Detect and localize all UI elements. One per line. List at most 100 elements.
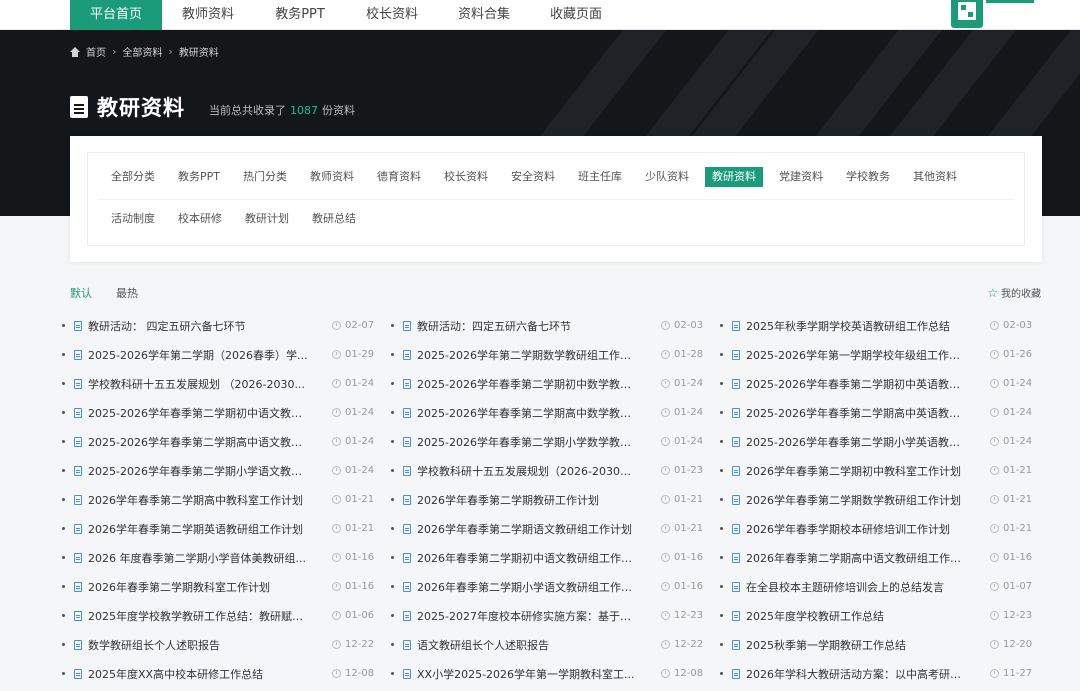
list-item[interactable]: 2025秋季第一学期教研工作总结 12-20 — [716, 630, 1045, 659]
item-title[interactable]: 2025-2026学年第二学期（2026春季）学... — [88, 347, 310, 363]
list-item[interactable]: 教研活动：四定五研六备七环节 02-03 — [387, 311, 716, 340]
list-item[interactable]: 2025-2026学年春季第二学期小学英语教研... 01-24 — [716, 427, 1045, 456]
list-item[interactable]: 学校教科研十五五发展规划 （2026-2030... 01-24 — [58, 369, 387, 398]
item-title[interactable]: 2025-2027年度校本研修实施方案：基于教... — [417, 608, 639, 624]
item-title[interactable]: 2026年春季第二学期高中语文教研组工作计... — [746, 550, 968, 566]
nav-item[interactable]: 校长资料 — [346, 0, 438, 30]
qr-code-icon[interactable] — [951, 0, 983, 28]
category-filter-item[interactable]: 校长资料 — [437, 167, 495, 187]
item-title[interactable]: 2025-2026学年春季第二学期初中数学教研... — [417, 376, 639, 392]
item-title[interactable]: 2025-2026学年春季第二学期小学语文教研... — [88, 463, 310, 479]
list-item[interactable]: 2025-2026学年春季第二学期高中英语教研... 01-24 — [716, 398, 1045, 427]
item-title[interactable]: 2025年度学校教学教研工作总结：教研赋能... — [88, 608, 310, 624]
item-title[interactable]: 2025-2026学年第一学期学校年级组工作总结... — [746, 347, 968, 363]
list-item[interactable]: 2025-2026学年春季第二学期小学数学教研... 01-24 — [387, 427, 716, 456]
list-item[interactable]: 2026年学科大教研活动方案：以中高考研究... 11-27 — [716, 659, 1045, 688]
breadcrumb-level2[interactable]: 教研资料 — [179, 44, 219, 59]
list-item[interactable]: 2025-2026学年春季第二学期小学语文教研... 01-24 — [58, 456, 387, 485]
list-item[interactable]: 2026年春季第二学期高中语文教研组工作计... 01-16 — [716, 543, 1045, 572]
item-title[interactable]: 在全县校本主题研修培训会上的总结发言 — [746, 579, 968, 595]
item-title[interactable]: 2026年春季第二学期教科室工作计划 — [88, 579, 310, 595]
item-title[interactable]: 2026学年春季第二学期高中教科室工作计划 — [88, 492, 310, 508]
category-filter-item[interactable]: 全部分类 — [104, 167, 162, 187]
item-title[interactable]: 2025年度XX高中校本研修工作总结 — [88, 666, 310, 682]
item-title[interactable]: 2026学年春季第二学期英语教研组工作计划 — [88, 521, 310, 537]
item-title[interactable]: XX小学2025-2026学年第一学期教科室工... — [417, 666, 639, 682]
item-title[interactable]: 语文教研组长个人述职报告 — [417, 637, 639, 653]
item-title[interactable]: 2026学年春季第二学期数学教研组工作计划 — [746, 492, 968, 508]
breadcrumb-level1[interactable]: 全部资料 — [122, 44, 162, 59]
item-title[interactable]: 2026学年春季第二学期语文教研组工作计划 — [417, 521, 639, 537]
list-item[interactable]: 2026学年春季第二学期初中教科室工作计划 01-21 — [716, 456, 1045, 485]
item-title[interactable]: 2025年度学校教研工作总结 — [746, 608, 968, 624]
item-title[interactable]: 数学教研组长个人述职报告 — [88, 637, 310, 653]
list-item[interactable]: 2026学年春季第二学期教研工作计划 01-21 — [387, 485, 716, 514]
category-filter-item[interactable]: 班主任库 — [571, 167, 629, 187]
category-filter-item[interactable]: 热门分类 — [236, 167, 294, 187]
item-title[interactable]: 2026年春季第二学期小学语文教研组工作计... — [417, 579, 639, 595]
item-title[interactable]: 2026学年春季第二学期教研工作计划 — [417, 492, 639, 508]
list-item[interactable]: 2025-2026学年春季第二学期初中英语教研... 01-24 — [716, 369, 1045, 398]
list-item[interactable]: 数学教研组长个人述职报告 12-22 — [58, 630, 387, 659]
list-item[interactable]: 学校教科研十五五发展规划（2026-2030年... 01-23 — [387, 456, 716, 485]
list-item[interactable]: 2026 年度春季第二学期小学音体美教研组... 01-16 — [58, 543, 387, 572]
item-title[interactable]: 2025-2026学年春季第二学期小学英语教研... — [746, 434, 968, 450]
item-title[interactable]: 2025-2026学年春季第二学期初中英语教研... — [746, 376, 968, 392]
nav-item[interactable]: 资料合集 — [438, 0, 530, 30]
item-title[interactable]: 学校教科研十五五发展规划（2026-2030年... — [417, 463, 639, 479]
sort-tab[interactable]: 最热 — [116, 285, 138, 301]
list-item[interactable]: 2025-2026学年第一学期学校年级组工作总结... 01-26 — [716, 340, 1045, 369]
category-filter-item[interactable]: 德育资料 — [370, 167, 428, 187]
list-item[interactable]: 2026年春季第二学期教科室工作计划 01-16 — [58, 572, 387, 601]
category-filter-item[interactable]: 教师资料 — [303, 167, 361, 187]
list-item[interactable]: 2025-2027年度校本研修实施方案：基于教... 12-23 — [387, 601, 716, 630]
category-filter-item[interactable]: 安全资料 — [504, 167, 562, 187]
item-title[interactable]: 2025年秋季学期学校英语教研组工作总结 — [746, 318, 968, 334]
list-item[interactable]: 2025年度学校教研工作总结 12-23 — [716, 601, 1045, 630]
breadcrumb-home[interactable]: 首页 — [86, 44, 106, 59]
list-item[interactable]: 2026学年春季第二学期高中教科室工作计划 01-21 — [58, 485, 387, 514]
item-title[interactable]: 教研活动：四定五研六备七环节 — [417, 318, 639, 334]
list-item[interactable]: 教研活动： 四定五研六备七环节 02-07 — [58, 311, 387, 340]
list-item[interactable]: 2026学年春季第二学期英语教研组工作计划 01-21 — [58, 514, 387, 543]
list-item[interactable]: XX小学2025-2026学年第一学期教科室工... 12-08 — [387, 659, 716, 688]
category-filter-item[interactable]: 教研总结 — [305, 209, 363, 229]
category-filter-item[interactable]: 活动制度 — [104, 209, 162, 229]
list-item[interactable]: 2026年春季第二学期初中语文教研组工作计... 01-16 — [387, 543, 716, 572]
my-favorites-link[interactable]: ☆ 我的收藏 — [987, 285, 1041, 301]
list-item[interactable]: 2025-2026学年春季第二学期高中数学教研... 01-24 — [387, 398, 716, 427]
item-title[interactable]: 教研活动： 四定五研六备七环节 — [88, 318, 310, 334]
sort-tab[interactable]: 默认 — [70, 285, 92, 301]
item-title[interactable]: 2025-2026学年春季第二学期高中语文教研... — [88, 434, 310, 450]
list-item[interactable]: 在全县校本主题研修培训会上的总结发言 01-07 — [716, 572, 1045, 601]
item-title[interactable]: 2026 年度春季第二学期小学音体美教研组... — [88, 550, 310, 566]
category-filter-item[interactable]: 教研资料 — [705, 167, 763, 187]
category-filter-item[interactable]: 其他资料 — [906, 167, 964, 187]
item-title[interactable]: 2025-2026学年春季第二学期初中语文教研... — [88, 405, 310, 421]
category-filter-item[interactable]: 教务PPT — [171, 167, 227, 187]
item-title[interactable]: 2025-2026学年春季第二学期高中英语教研... — [746, 405, 968, 421]
list-item[interactable]: 2026学年春季第二学期数学教研组工作计划 01-21 — [716, 485, 1045, 514]
list-item[interactable]: 2025年度学校教学教研工作总结：教研赋能... 01-06 — [58, 601, 387, 630]
item-title[interactable]: 2026年春季第二学期初中语文教研组工作计... — [417, 550, 639, 566]
list-item[interactable]: 2025-2026学年春季第二学期初中语文教研... 01-24 — [58, 398, 387, 427]
item-title[interactable]: 2026学年春季学期校本研修培训工作计划 — [746, 521, 968, 537]
nav-item[interactable]: 教务PPT — [254, 0, 346, 30]
item-title[interactable]: 2026年学科大教研活动方案：以中高考研究... — [746, 666, 968, 682]
list-item[interactable]: 2025-2026学年春季第二学期高中语文教研... 01-24 — [58, 427, 387, 456]
item-title[interactable]: 2025-2026学年第二学期数学教研组工作计... — [417, 347, 639, 363]
category-filter-item[interactable]: 校本研修 — [171, 209, 229, 229]
category-filter-item[interactable]: 少队资料 — [638, 167, 696, 187]
list-item[interactable]: 2026学年春季第二学期语文教研组工作计划 01-21 — [387, 514, 716, 543]
list-item[interactable]: 2026年春季第二学期小学语文教研组工作计... 01-16 — [387, 572, 716, 601]
nav-item[interactable]: 平台首页 — [70, 0, 162, 30]
nav-item[interactable]: 教师资料 — [162, 0, 254, 30]
item-title[interactable]: 2026学年春季第二学期初中教科室工作计划 — [746, 463, 968, 479]
list-item[interactable]: 2026学年春季学期校本研修培训工作计划 01-21 — [716, 514, 1045, 543]
list-item[interactable]: 2025年秋季学期学校英语教研组工作总结 02-03 — [716, 311, 1045, 340]
list-item[interactable]: 2025-2026学年春季第二学期初中数学教研... 01-24 — [387, 369, 716, 398]
item-title[interactable]: 2025-2026学年春季第二学期高中数学教研... — [417, 405, 639, 421]
list-item[interactable]: 2025-2026学年第二学期（2026春季）学... 01-29 — [58, 340, 387, 369]
item-title[interactable]: 2025秋季第一学期教研工作总结 — [746, 637, 968, 653]
item-title[interactable]: 2025-2026学年春季第二学期小学数学教研... — [417, 434, 639, 450]
